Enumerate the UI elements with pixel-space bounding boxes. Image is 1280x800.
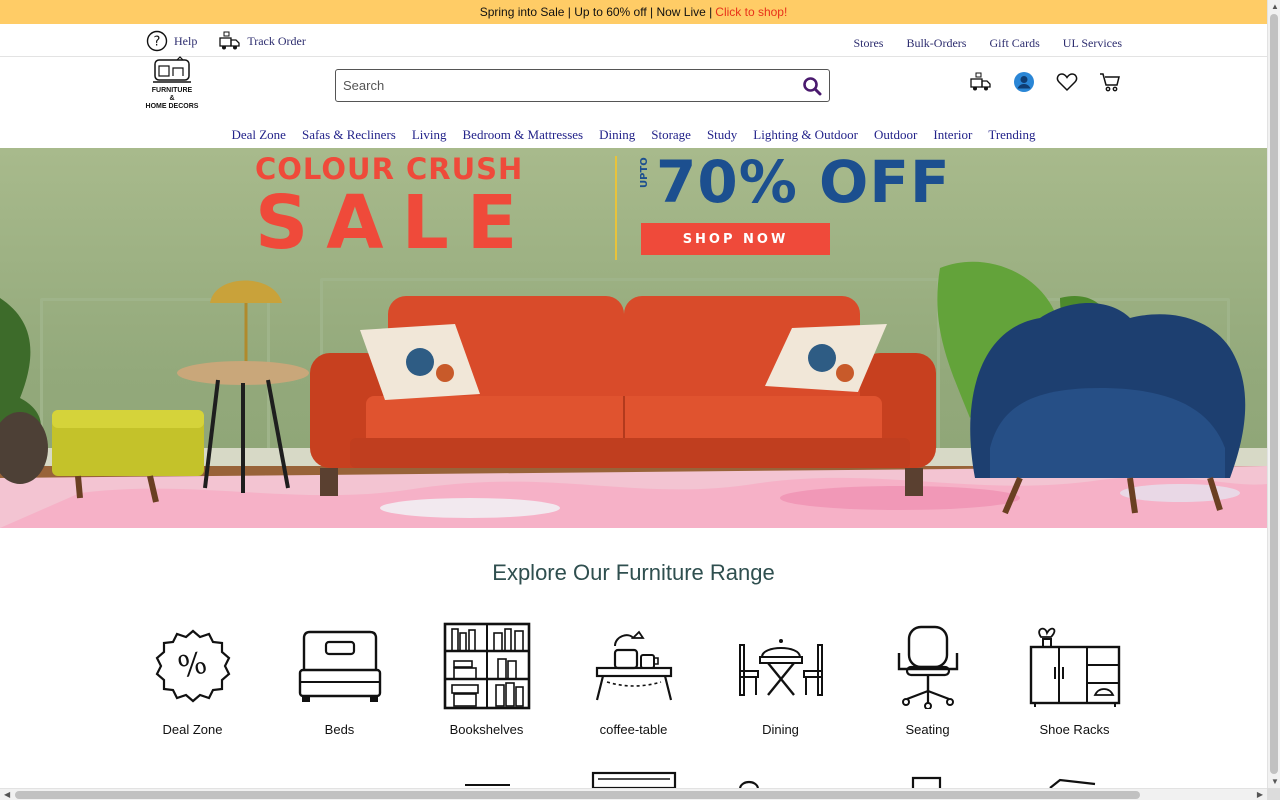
- hero-upto: UPTO: [639, 157, 650, 188]
- next-category-row-partial: [465, 771, 1096, 788]
- category-label: Seating: [905, 722, 950, 737]
- help-label: Help: [174, 33, 198, 48]
- nav-lighting-outdoor[interactable]: Lighting & Outdoor: [753, 127, 858, 143]
- hero-headline: COLOUR CRUSH SALE: [255, 154, 536, 266]
- page: Spring into Sale | Up to 60% off | Now L…: [0, 0, 1267, 788]
- ul-services-link[interactable]: UL Services: [1063, 36, 1122, 51]
- help-link[interactable]: ? Help: [146, 30, 197, 52]
- promo-bar[interactable]: Spring into Sale | Up to 60% off | Now L…: [0, 0, 1267, 24]
- scroll-down-arrow-icon[interactable]: ▼: [1271, 777, 1279, 786]
- category-dining[interactable]: Dining: [707, 620, 854, 737]
- category-coffee-table[interactable]: coffee-table: [560, 620, 707, 737]
- category-bookshelves[interactable]: Bookshelves: [413, 620, 560, 737]
- horizontal-scroll-thumb[interactable]: [15, 791, 1140, 799]
- furniture-logo-icon: [153, 56, 191, 83]
- delivery-truck-icon: [219, 31, 240, 50]
- category-seating[interactable]: Seating: [854, 620, 1001, 737]
- svg-text:%: %: [174, 645, 209, 685]
- scroll-up-arrow-icon[interactable]: ▲: [1271, 2, 1279, 11]
- search-button[interactable]: [800, 74, 824, 98]
- nav-storage[interactable]: Storage: [651, 127, 691, 143]
- logo-line2: &: [169, 95, 175, 102]
- delivery-button[interactable]: [970, 71, 992, 93]
- category-grid: % Deal Zone Beds Bookshelves coffee-tabl…: [119, 620, 1148, 737]
- hero-divider: [615, 156, 617, 260]
- category-label: Dining: [762, 722, 799, 737]
- hero-banner[interactable]: COLOUR CRUSH SALE UPTO 70% OFF SHOP NOW: [0, 148, 1267, 528]
- track-order-label: Track Order: [247, 33, 306, 48]
- account-button[interactable]: [1013, 71, 1035, 93]
- bed-icon: [298, 630, 381, 702]
- category-label: Shoe Racks: [1039, 722, 1110, 737]
- category-label: coffee-table: [599, 722, 668, 737]
- cart-icon: [1100, 73, 1120, 92]
- bookshelf-icon: [443, 622, 530, 710]
- delivery-truck-icon: [970, 72, 991, 91]
- hero-scene-illustration: [0, 261, 1267, 528]
- nav-deal-zone[interactable]: Deal Zone: [231, 127, 286, 143]
- category-label: Bookshelves: [449, 722, 524, 737]
- site-logo[interactable]: FURNITURE & HOME DECORS: [145, 56, 199, 111]
- coffee-table-icon: [595, 630, 672, 701]
- category-shoe-racks[interactable]: Shoe Racks: [1001, 620, 1148, 737]
- shoe-rack-icon: [1029, 627, 1120, 707]
- logo-line1: FURNITURE: [151, 87, 193, 94]
- bulk-orders-link[interactable]: Bulk-Orders: [906, 36, 966, 51]
- discount-badge-icon: %: [155, 629, 230, 703]
- search-box: [335, 69, 830, 102]
- promo-cta-link[interactable]: Click to shop!: [715, 5, 787, 19]
- category-label: Deal Zone: [162, 722, 223, 737]
- scroll-left-arrow-icon[interactable]: ◀: [4, 790, 10, 799]
- wishlist-button[interactable]: [1056, 71, 1078, 93]
- nav-study[interactable]: Study: [707, 127, 737, 143]
- utility-bar: ? Help Track Order Stores Bulk-Orders Gi…: [0, 24, 1267, 57]
- section-title: Explore Our Furniture Range: [492, 560, 775, 585]
- nav-bedroom-mattresses[interactable]: Bedroom & Mattresses: [463, 127, 584, 143]
- hero-discount: 70% OFF: [656, 148, 951, 216]
- hero-line2: SALE: [255, 180, 536, 266]
- search-icon: [803, 77, 822, 96]
- logo-line3: HOME DECORS: [145, 103, 199, 110]
- svg-text:?: ?: [154, 35, 161, 50]
- category-deal-zone[interactable]: % Deal Zone: [119, 620, 266, 737]
- nav-safas-recliners[interactable]: Safas & Recliners: [302, 127, 396, 143]
- search-input[interactable]: [336, 71, 776, 100]
- nav-living[interactable]: Living: [412, 127, 447, 143]
- nav-dining[interactable]: Dining: [599, 127, 635, 143]
- stores-link[interactable]: Stores: [853, 36, 883, 51]
- category-beds[interactable]: Beds: [266, 620, 413, 737]
- main-nav: Deal Zone Safas & Recliners Living Bedro…: [0, 115, 1267, 148]
- vertical-scroll-thumb[interactable]: [1270, 14, 1278, 774]
- header: FURNITURE & HOME DECORS: [0, 56, 1267, 115]
- track-order-link[interactable]: Track Order: [219, 31, 306, 51]
- office-chair-icon: [897, 625, 958, 709]
- cart-button[interactable]: [1099, 71, 1121, 93]
- gift-cards-link[interactable]: Gift Cards: [989, 36, 1039, 51]
- heart-icon: [1056, 73, 1078, 92]
- promo-text: Spring into Sale | Up to 60% off | Now L…: [479, 5, 713, 19]
- nav-trending[interactable]: Trending: [988, 127, 1035, 143]
- user-avatar-icon: [1014, 72, 1034, 92]
- category-label: Beds: [324, 722, 355, 737]
- shop-now-button[interactable]: SHOP NOW: [641, 223, 830, 255]
- dining-icon: [738, 639, 823, 696]
- horizontal-scrollbar[interactable]: ◀ ▶: [0, 788, 1267, 800]
- nav-interior[interactable]: Interior: [933, 127, 972, 143]
- scroll-right-arrow-icon[interactable]: ▶: [1257, 790, 1263, 799]
- help-icon: ?: [146, 30, 168, 52]
- nav-outdoor[interactable]: Outdoor: [874, 127, 917, 143]
- vertical-scrollbar[interactable]: ▲ ▼: [1267, 0, 1280, 788]
- scrollbar-corner: [1267, 788, 1280, 800]
